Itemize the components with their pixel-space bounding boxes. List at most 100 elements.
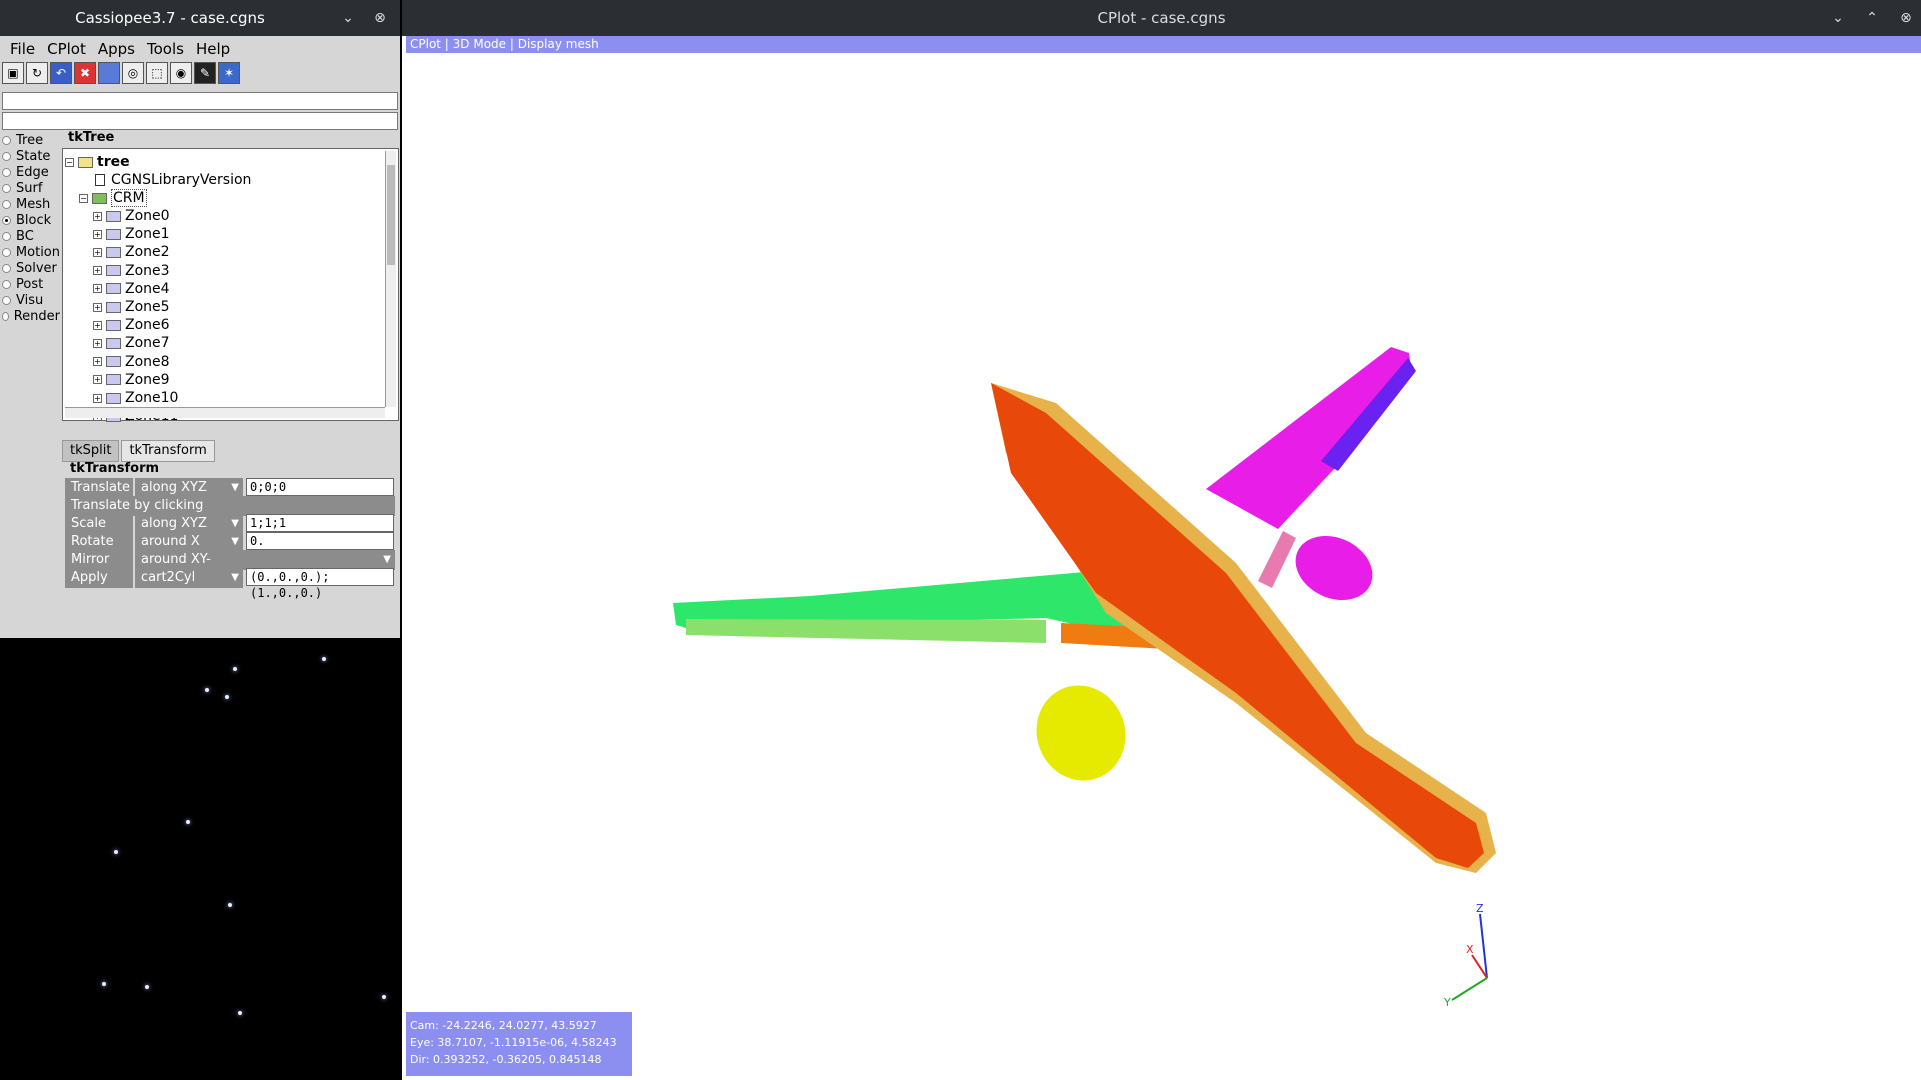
apply-mode-select[interactable]: cart2Cyl ▼ <box>135 568 243 588</box>
rotate-button[interactable]: Rotate <box>65 532 133 552</box>
expand-icon[interactable]: + <box>93 393 102 403</box>
app-radio-edge[interactable]: Edge <box>2 164 60 180</box>
tree-zone-row[interactable]: + Zone4 <box>93 280 170 298</box>
tab-tksplit[interactable]: tkSplit <box>62 440 120 462</box>
tree-base-row[interactable]: − CRM <box>79 189 147 207</box>
tree-root-row[interactable]: − tree <box>65 153 130 171</box>
select-icon[interactable]: ⬚ <box>146 62 168 84</box>
chevron-down-icon[interactable]: ⌄ <box>338 8 358 28</box>
scrollbar-thumb[interactable] <box>387 165 395 265</box>
fit-view-icon[interactable] <box>98 62 120 84</box>
3d-viewport[interactable] <box>406 53 1921 1008</box>
target-icon[interactable]: ◎ <box>122 62 144 84</box>
rotate-mode-select[interactable]: around X ▼ <box>135 532 243 552</box>
right-pylon <box>1258 531 1296 588</box>
translate-mode-select[interactable]: along XYZ ▼ <box>135 478 243 498</box>
radio-button-icon[interactable] <box>2 295 11 305</box>
tab-tktransform[interactable]: tkTransform <box>121 440 215 462</box>
chevron-up-icon[interactable]: ⌃ <box>1862 8 1882 28</box>
tree-zone-row[interactable]: + Zone3 <box>93 262 170 280</box>
undo-icon[interactable]: ↶ <box>50 62 72 84</box>
menu-help[interactable]: Help <box>190 36 236 62</box>
radio-button-icon[interactable] <box>2 263 11 273</box>
tree-zone-row[interactable]: + Zone7 <box>93 334 170 352</box>
collapse-icon[interactable]: − <box>79 193 88 203</box>
menu-tools[interactable]: Tools <box>141 36 190 62</box>
collapse-icon[interactable]: − <box>65 157 74 167</box>
chevron-down-icon[interactable]: ⌄ <box>1828 8 1848 28</box>
eye-icon[interactable]: ◉ <box>170 62 192 84</box>
close-icon[interactable]: ⊗ <box>370 8 390 28</box>
star-dot <box>114 850 118 854</box>
command-input[interactable] <box>2 92 398 110</box>
app-radio-state[interactable]: State <box>2 148 60 164</box>
star-icon[interactable]: ✶ <box>218 62 240 84</box>
expand-icon[interactable]: + <box>93 320 102 330</box>
radio-button-icon[interactable] <box>2 279 11 289</box>
expand-icon[interactable]: + <box>93 266 102 276</box>
tree-zone-row[interactable]: + Zone1 <box>93 225 170 243</box>
menu-apps[interactable]: Apps <box>92 36 141 62</box>
app-radio-mesh[interactable]: Mesh <box>2 196 60 212</box>
radio-button-icon[interactable] <box>2 135 11 145</box>
tree-zone-row[interactable]: + Zone5 <box>93 298 170 316</box>
expand-icon[interactable]: + <box>93 357 102 367</box>
app-radio-post[interactable]: Post <box>2 276 60 292</box>
tree-zone-row[interactable]: + Zone2 <box>93 243 170 261</box>
tree-vertical-scrollbar[interactable] <box>385 151 396 407</box>
toolbar: ▣ ↻ ↶ ✖ ◎ ⬚ ◉ ✎ ✶ <box>0 62 400 84</box>
expand-icon[interactable]: + <box>93 229 102 239</box>
expand-icon[interactable]: + <box>93 338 102 348</box>
tree-zone-row[interactable]: + Zone0 <box>93 207 170 225</box>
right-nacelle <box>1295 535 1373 601</box>
radio-button-icon[interactable] <box>2 215 11 225</box>
translate-value-input[interactable]: 0;0;0 <box>246 478 394 496</box>
expand-icon[interactable]: + <box>93 284 102 294</box>
app-radio-visu[interactable]: Visu <box>2 292 60 308</box>
tree-library-row[interactable]: CGNSLibraryVersion <box>95 171 251 189</box>
app-radio-block[interactable]: Block <box>2 212 60 228</box>
close-icon[interactable]: ⊗ <box>1896 8 1916 28</box>
scale-mode-value: along XYZ <box>141 516 207 531</box>
translate-button[interactable]: Translate <box>65 478 133 498</box>
apply-button[interactable]: Apply <box>65 568 133 588</box>
menu-file[interactable]: File <box>4 36 41 62</box>
tree-zone-row[interactable]: + Zone8 <box>93 353 170 371</box>
translate-by-clicking-button[interactable]: Translate by clicking <box>65 496 395 516</box>
scale-mode-select[interactable]: along XYZ ▼ <box>135 514 243 534</box>
app-radio-tree[interactable]: Tree <box>2 132 60 148</box>
tree-zone-row[interactable]: + Zone6 <box>93 316 170 334</box>
app-radio-render[interactable]: Render <box>2 308 60 324</box>
tree-horizontal-scrollbar[interactable] <box>65 407 385 418</box>
app-radio-motion[interactable]: Motion <box>2 244 60 260</box>
radio-button-icon[interactable] <box>2 199 11 209</box>
radio-button-icon[interactable] <box>2 167 11 177</box>
app-radio-bc[interactable]: BC <box>2 228 60 244</box>
edit-icon[interactable]: ✎ <box>194 62 216 84</box>
scale-button[interactable]: Scale <box>65 514 133 534</box>
radio-button-icon[interactable] <box>2 311 9 321</box>
tree-view[interactable]: − tree CGNSLibraryVersion − CRM + Zone0 + Z… <box>62 148 399 424</box>
radio-button-icon[interactable] <box>2 151 11 161</box>
menu-cplot[interactable]: CPlot <box>41 36 92 62</box>
command-output[interactable] <box>2 112 398 130</box>
scale-value-input[interactable]: 1;1;1 <box>246 514 394 532</box>
expand-icon[interactable]: + <box>93 247 102 257</box>
radio-button-icon[interactable] <box>2 247 11 257</box>
app-radio-solver[interactable]: Solver <box>2 260 60 276</box>
expand-icon[interactable]: + <box>93 211 102 221</box>
radio-button-icon[interactable] <box>2 183 11 193</box>
expand-icon[interactable]: + <box>93 375 102 385</box>
delete-icon[interactable]: ✖ <box>74 62 96 84</box>
apply-value-input[interactable]: (0.,0.,0.); (1.,0.,0.) <box>246 568 394 600</box>
rotate-value-input[interactable]: 0. <box>246 532 394 550</box>
mirror-mode-select[interactable]: around XY- ▼ <box>135 550 395 570</box>
reload-icon[interactable]: ↻ <box>26 62 48 84</box>
expand-icon[interactable]: + <box>93 302 102 312</box>
radio-button-icon[interactable] <box>2 231 11 241</box>
save-icon[interactable]: ▣ <box>2 62 24 84</box>
tree-zone-row[interactable]: + Zone9 <box>93 371 170 389</box>
tree-zone-row[interactable]: + Zone10 <box>93 389 178 407</box>
mirror-button[interactable]: Mirror <box>65 550 133 570</box>
app-radio-surf[interactable]: Surf <box>2 180 60 196</box>
